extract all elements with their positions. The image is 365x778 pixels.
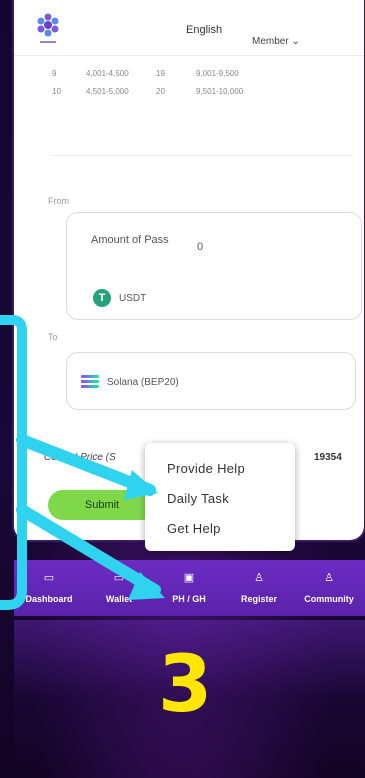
solana-icon — [81, 375, 99, 389]
table-cell: 4,001-4,500 — [86, 68, 129, 78]
step-number: 3 — [158, 640, 213, 730]
level-table: 9 4,001-4,500 19 9,001-9,500 10 4,501-5,… — [52, 64, 352, 100]
nav-wallet[interactable]: ▭ Wallet — [84, 560, 154, 616]
to-chain-box[interactable]: Solana (BEP20) — [66, 352, 356, 410]
register-icon: ♙ — [254, 572, 264, 584]
price-value: 19354 — [314, 452, 342, 463]
submit-button[interactable]: Submit — [48, 490, 156, 520]
member-menu[interactable]: Member ⌄ — [252, 36, 300, 47]
nav-dashboard[interactable]: ▭ Dashboard — [14, 560, 84, 616]
usdt-icon: T — [93, 289, 111, 307]
table-cell: 9,501-10,000 — [196, 86, 244, 96]
app-logo-icon — [37, 13, 59, 43]
amount-value[interactable]: 0 — [197, 241, 203, 253]
from-token-label: USDT — [119, 293, 147, 304]
nav-ph-gh[interactable]: ▣ PH / GH — [154, 560, 224, 616]
nav-label: PH / GH — [172, 594, 206, 604]
nav-community[interactable]: ♙ Community — [294, 560, 364, 616]
nav-label: Dashboard — [25, 594, 73, 604]
to-label: To — [48, 332, 58, 342]
table-cell: 10 — [52, 86, 61, 96]
price-label: Current Price (S — [44, 452, 116, 463]
wallet-icon: ▭ — [113, 572, 125, 584]
menu-item-provide-help[interactable]: Provide Help — [167, 461, 245, 476]
community-icon: ♙ — [324, 572, 334, 584]
table-cell: 4,501-5,000 — [86, 86, 129, 96]
from-label: From — [48, 196, 69, 206]
nav-label: Community — [304, 594, 354, 604]
table-row: 9 4,001-4,500 19 9,001-9,500 — [52, 64, 352, 82]
table-row: 10 4,501-5,000 20 9,501-10,000 — [52, 82, 352, 100]
amount-label: Amount of Pass — [91, 234, 169, 246]
top-bar: English Member ⌄ — [14, 0, 364, 56]
menu-item-get-help[interactable]: Get Help — [167, 521, 221, 536]
bottom-nav: ▭ Dashboard ▭ Wallet ▣ PH / GH ♙ Registe… — [14, 560, 365, 616]
table-cell: 9,001-9,500 — [196, 68, 239, 78]
ph-gh-popup-menu: Provide Help Daily Task Get Help — [145, 443, 295, 551]
table-cell: 19 — [156, 68, 165, 78]
dashboard-icon: ▭ — [43, 572, 55, 584]
divider — [52, 155, 352, 156]
table-cell: 20 — [156, 86, 165, 96]
amount-box[interactable]: Amount of Pass 0 T USDT — [66, 212, 362, 320]
to-chain-label: Solana (BEP20) — [107, 377, 179, 388]
nav-register[interactable]: ♙ Register — [224, 560, 294, 616]
table-cell: 9 — [52, 68, 57, 78]
nav-label: Wallet — [105, 594, 133, 604]
nav-label: Register — [240, 594, 277, 604]
language-selector[interactable]: English — [186, 24, 222, 36]
menu-item-daily-task[interactable]: Daily Task — [167, 491, 229, 506]
ph-gh-icon: ▣ — [183, 572, 195, 584]
